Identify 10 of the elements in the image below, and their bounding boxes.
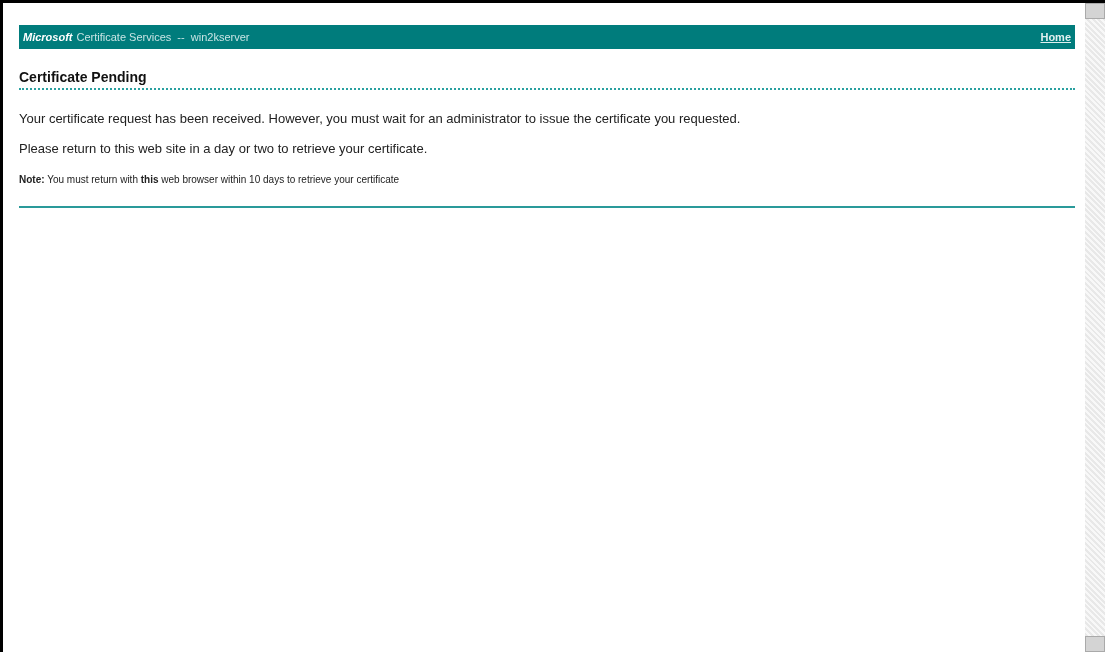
scroll-down-button[interactable]: [1085, 636, 1105, 652]
message-text: Your certificate request has been received. However, you must wait for an administrator to issue the certificate you requested.: [19, 111, 742, 126]
scroll-up-button[interactable]: [1085, 3, 1105, 19]
banner-title: Certificate Services -- win2kserver: [76, 31, 251, 43]
note-text: Note: You must return with this web browser within 10 days to retrieve your certificate: [19, 174, 401, 185]
scrollbar[interactable]: [1085, 3, 1105, 652]
home-link[interactable]: Home: [1040, 31, 1071, 43]
page-heading: Certificate Pending: [19, 69, 148, 85]
message-text: Please return to this web site in a day or two to retrieve your certificate.: [19, 141, 429, 156]
brand-name: Microsoft: [23, 31, 73, 43]
